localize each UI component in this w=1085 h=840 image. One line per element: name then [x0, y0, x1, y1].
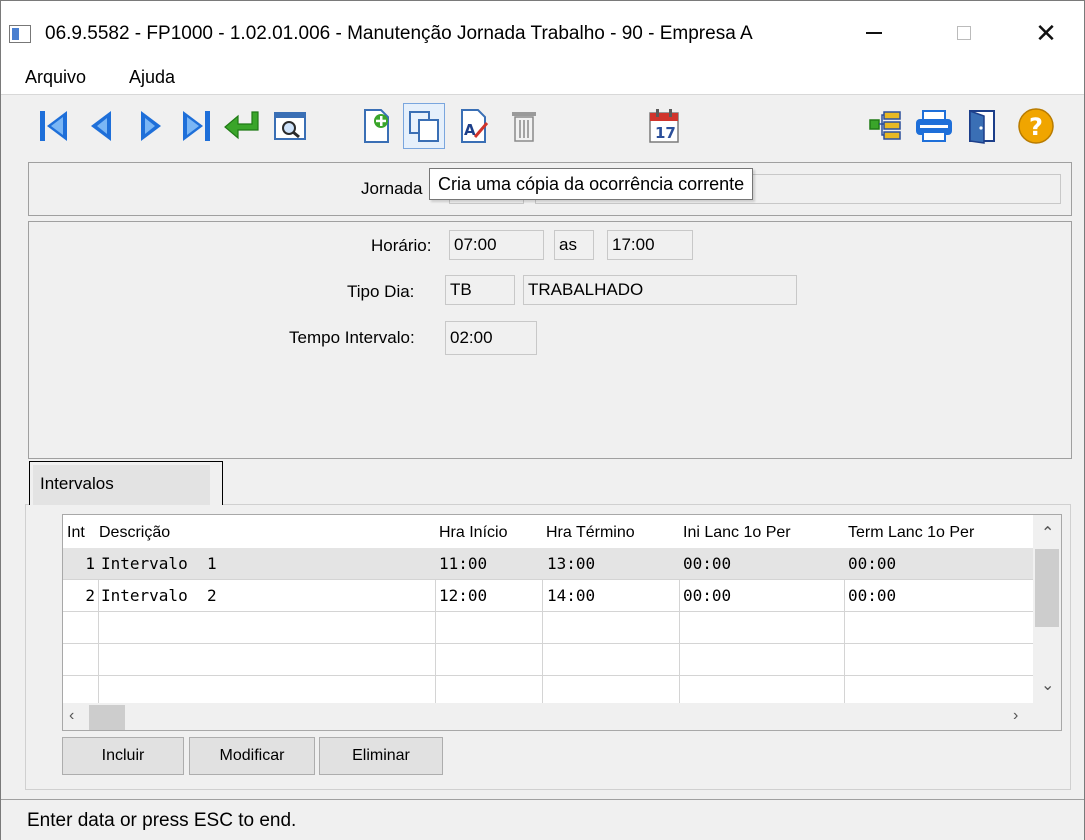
form-panel: Horário: 07:00 as 17:00 Tipo Dia: TB TRA… [28, 221, 1072, 459]
cell-hra-inicio: 11:00 [439, 554, 488, 573]
col-int[interactable]: Int [67, 524, 85, 542]
calendar-day: 17 [655, 124, 676, 142]
app-window: 06.9.5582 - FP1000 - 1.02.01.006 - Manut… [0, 0, 1085, 840]
last-record-icon[interactable] [175, 103, 217, 149]
cell-term-lanc: 00:00 [848, 586, 897, 605]
menu-bar: Arquivo Ajuda [1, 59, 1084, 95]
cell-int: 2 [85, 586, 95, 605]
eliminar-button[interactable]: Eliminar [319, 737, 443, 775]
previous-record-icon[interactable] [81, 103, 123, 149]
vertical-scroll-thumb[interactable] [1035, 549, 1059, 627]
scroll-up-icon[interactable]: ⌃ [1041, 523, 1054, 543]
tipo-dia-description-field: TRABALHADO [523, 275, 797, 305]
cell-term-lanc: 00:00 [848, 554, 897, 573]
tree-structure-icon[interactable] [865, 103, 907, 149]
cell-hra-termino: 14:00 [547, 586, 596, 605]
tipo-dia-label: Tipo Dia: [347, 282, 415, 301]
scroll-left-icon[interactable]: ‹ [69, 707, 74, 725]
status-text: Enter data or press ESC to end. [27, 810, 297, 831]
menu-ajuda[interactable]: Ajuda [129, 67, 175, 88]
incluir-button[interactable]: Incluir [62, 737, 184, 775]
table-row-empty[interactable] [63, 676, 1035, 703]
window-title: 06.9.5582 - FP1000 - 1.02.01.006 - Manut… [45, 23, 753, 44]
copy-tooltip: Cria uma cópia da ocorrência corrente [429, 168, 754, 200]
calendar-icon[interactable]: 17 [643, 103, 685, 149]
cell-hra-inicio: 12:00 [439, 586, 488, 605]
svg-text:?: ? [1029, 113, 1043, 141]
col-term-lanc[interactable]: Term Lanc 1o Per [848, 524, 974, 542]
tipo-dia-code-field[interactable]: TB [445, 275, 515, 305]
scroll-right-icon[interactable]: › [1013, 707, 1018, 725]
tab-intervalos[interactable]: Intervalos [29, 461, 223, 505]
delete-record-icon[interactable] [503, 103, 545, 149]
minimize-button[interactable] [851, 15, 897, 51]
copy-record-icon[interactable] [403, 103, 445, 149]
exit-door-icon[interactable] [961, 103, 1003, 149]
vertical-scrollbar[interactable]: ⌃ ⌄ [1033, 515, 1061, 703]
status-bar: Enter data or press ESC to end. [1, 799, 1084, 840]
confirm-enter-icon[interactable] [221, 103, 263, 149]
horario-label: Horário: [371, 236, 432, 255]
col-ini-lanc[interactable]: Ini Lanc 1o Per [683, 524, 791, 542]
horizontal-scrollbar[interactable]: ‹ › [63, 703, 1061, 730]
edit-record-icon[interactable]: A [453, 103, 495, 149]
grid-header: Int Descrição Hra Início Hra Término Ini… [63, 515, 1035, 548]
cell-hra-termino: 13:00 [547, 554, 596, 573]
col-hra-termino[interactable]: Hra Término [546, 524, 635, 542]
modificar-button[interactable]: Modificar [189, 737, 315, 775]
tempo-intervalo-field[interactable]: 02:00 [445, 321, 537, 355]
intervalos-grid[interactable]: Int Descrição Hra Início Hra Término Ini… [62, 514, 1062, 731]
maximize-button[interactable] [941, 15, 987, 51]
horario-inicio-field[interactable]: 07:00 [449, 230, 544, 260]
first-record-icon[interactable] [33, 103, 75, 149]
horario-fim-field[interactable]: 17:00 [607, 230, 693, 260]
col-descricao[interactable]: Descrição [99, 524, 170, 542]
table-row[interactable]: 1 Intervalo 1 11:00 13:00 00:00 00:00 [63, 548, 1035, 580]
jornada-label: Jornada [361, 179, 423, 198]
app-icon [9, 25, 31, 43]
as-label: as [554, 230, 594, 260]
horizontal-scroll-thumb[interactable] [89, 705, 125, 730]
print-icon[interactable] [913, 103, 955, 149]
cell-ini-lanc: 00:00 [683, 554, 732, 573]
tab-intervalos-label: Intervalos [40, 474, 114, 493]
cell-ini-lanc: 00:00 [683, 586, 732, 605]
scroll-down-icon[interactable]: ⌄ [1041, 675, 1054, 695]
search-preview-icon[interactable] [269, 103, 311, 149]
table-row-empty[interactable] [63, 644, 1035, 676]
close-button[interactable]: ✕ [1023, 15, 1069, 51]
table-row[interactable]: 2 Intervalo 2 12:00 14:00 00:00 00:00 [63, 580, 1035, 612]
tempo-intervalo-label: Tempo Intervalo: [289, 328, 415, 347]
cell-descricao: Intervalo 1 [101, 554, 217, 573]
next-record-icon[interactable] [129, 103, 171, 149]
title-bar: 06.9.5582 - FP1000 - 1.02.01.006 - Manut… [1, 1, 1084, 59]
toolbar: A 17 ? [25, 98, 1071, 158]
table-row-empty[interactable] [63, 612, 1035, 644]
menu-arquivo[interactable]: Arquivo [25, 67, 86, 88]
help-icon[interactable]: ? [1015, 103, 1057, 149]
cell-int: 1 [85, 554, 95, 573]
new-record-icon[interactable] [355, 103, 397, 149]
cell-descricao: Intervalo 2 [101, 586, 217, 605]
col-hra-inicio[interactable]: Hra Início [439, 524, 507, 542]
